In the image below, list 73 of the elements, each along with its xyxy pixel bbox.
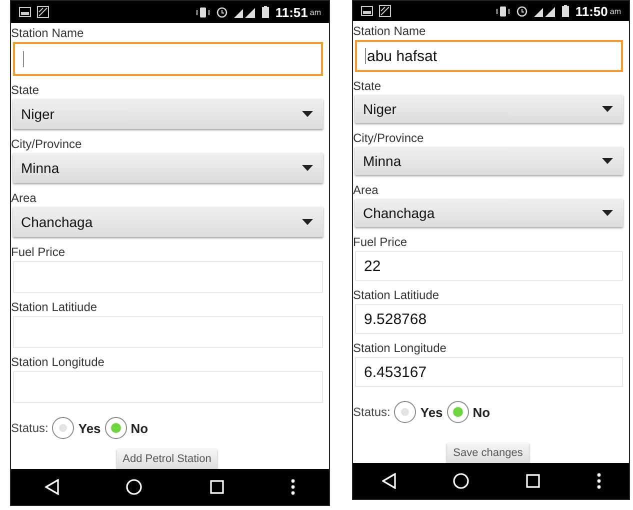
field-label: Station Name bbox=[11, 25, 85, 41]
recents-icon[interactable] bbox=[210, 480, 224, 494]
field-label: Fuel Price bbox=[11, 244, 66, 260]
dropdown-value: Niger bbox=[21, 106, 54, 122]
field-label: City/Province bbox=[353, 130, 425, 146]
clock-time: 11:50 bbox=[575, 4, 608, 18]
dropdown-caret-icon bbox=[602, 158, 613, 164]
photo-icon bbox=[379, 5, 391, 17]
signal-icon bbox=[534, 6, 556, 16]
vibrate-icon bbox=[496, 6, 510, 16]
dropdown-caret-icon bbox=[302, 111, 313, 117]
clock-meridiem: am bbox=[610, 6, 621, 16]
field-label: State bbox=[353, 78, 382, 94]
radio-button[interactable] bbox=[394, 401, 416, 423]
field-label: Station Latitiude bbox=[353, 287, 440, 303]
submit-button[interactable]: Save changes bbox=[447, 443, 529, 463]
dropdown[interactable]: Niger bbox=[355, 95, 623, 123]
radio-label: No bbox=[130, 420, 148, 436]
dropdown-value: Chanchaga bbox=[21, 214, 93, 230]
status-label: Status: bbox=[353, 405, 390, 419]
image-icon bbox=[361, 6, 373, 16]
field-label: City/Province bbox=[11, 136, 83, 152]
dropdown[interactable]: Minna bbox=[355, 147, 623, 175]
dropdown-value: Chanchaga bbox=[363, 205, 435, 221]
radio-label: Yes bbox=[420, 404, 443, 420]
recents-icon[interactable] bbox=[526, 474, 540, 488]
dropdown-caret-icon bbox=[302, 165, 313, 171]
photo-icon bbox=[37, 6, 49, 18]
dropdown[interactable]: Chanchaga bbox=[13, 207, 323, 237]
text-field[interactable]: 9.528768 bbox=[355, 304, 623, 334]
dropdown-caret-icon bbox=[602, 106, 613, 112]
clock-time: 11:51 bbox=[275, 4, 308, 20]
radio-label: Yes bbox=[78, 420, 101, 436]
field-label: State bbox=[11, 82, 40, 98]
more-options-icon[interactable] bbox=[596, 473, 600, 489]
dropdown[interactable]: Minna bbox=[13, 153, 323, 183]
field-label: Station Longitude bbox=[11, 354, 106, 370]
home-icon[interactable] bbox=[452, 473, 468, 489]
dropdown-caret-icon bbox=[302, 219, 313, 225]
dropdown-value: Niger bbox=[363, 101, 396, 117]
status-label: Status: bbox=[11, 421, 48, 435]
field-label: Station Longitude bbox=[353, 340, 448, 356]
radio-button[interactable] bbox=[104, 417, 127, 439]
field-label: Station Name bbox=[353, 23, 427, 39]
dropdown-value: Minna bbox=[21, 160, 60, 176]
dropdown-value: Minna bbox=[363, 153, 402, 169]
image-icon bbox=[19, 7, 31, 17]
back-icon[interactable] bbox=[44, 479, 59, 495]
text-field[interactable]: abu hafsat bbox=[355, 40, 623, 72]
text-field[interactable] bbox=[13, 42, 323, 76]
field-label: Fuel Price bbox=[353, 234, 408, 250]
home-icon[interactable] bbox=[126, 479, 142, 495]
radio-button[interactable] bbox=[446, 401, 469, 423]
field-label: Area bbox=[11, 190, 38, 206]
radio-label: No bbox=[472, 404, 490, 420]
radio-button[interactable] bbox=[52, 417, 74, 439]
field-label: Area bbox=[353, 182, 380, 198]
dropdown[interactable]: Niger bbox=[13, 99, 323, 129]
back-icon[interactable] bbox=[382, 473, 396, 489]
submit-button[interactable]: Add Petrol Station bbox=[116, 449, 218, 469]
dropdown[interactable]: Chanchaga bbox=[355, 199, 623, 227]
clock-meridiem: am bbox=[310, 8, 321, 16]
field-label: Station Latitiude bbox=[11, 299, 98, 315]
battery-icon bbox=[562, 5, 570, 17]
text-field[interactable]: 22 bbox=[355, 251, 623, 281]
more-options-icon[interactable] bbox=[291, 479, 296, 495]
battery-icon bbox=[262, 6, 270, 18]
dropdown-caret-icon bbox=[602, 210, 613, 216]
signal-icon bbox=[234, 6, 256, 18]
vibrate-icon bbox=[196, 6, 210, 18]
alarm-icon bbox=[516, 5, 528, 17]
alarm-icon bbox=[216, 6, 228, 18]
text-field[interactable]: 6.453167 bbox=[355, 357, 623, 387]
